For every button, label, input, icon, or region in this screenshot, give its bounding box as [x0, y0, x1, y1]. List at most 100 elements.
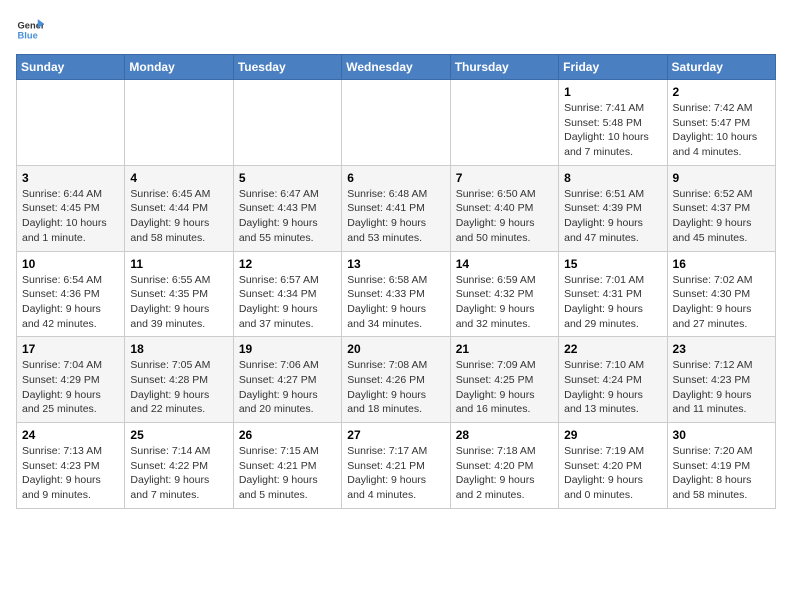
calendar-day-cell: 1 Sunrise: 7:41 AM Sunset: 5:48 PM Daylig… — [559, 80, 667, 166]
calendar-day-cell: 25 Sunrise: 7:14 AM Sunset: 4:22 PM Dayli… — [125, 423, 233, 509]
calendar-day-cell: 30 Sunrise: 7:20 AM Sunset: 4:19 PM Dayli… — [667, 423, 775, 509]
day-info: Sunrise: 7:12 AM Sunset: 4:23 PM Dayligh… — [673, 358, 770, 417]
day-info: Sunrise: 7:15 AM Sunset: 4:21 PM Dayligh… — [239, 444, 336, 503]
day-info: Sunrise: 6:45 AM Sunset: 4:44 PM Dayligh… — [130, 187, 227, 246]
calendar-day-cell: 3 Sunrise: 6:44 AM Sunset: 4:45 PM Daylig… — [17, 165, 125, 251]
day-info: Sunrise: 6:44 AM Sunset: 4:45 PM Dayligh… — [22, 187, 119, 246]
day-info: Sunrise: 7:01 AM Sunset: 4:31 PM Dayligh… — [564, 273, 661, 332]
calendar-day-cell: 14 Sunrise: 6:59 AM Sunset: 4:32 PM Dayli… — [450, 251, 558, 337]
day-info: Sunrise: 6:55 AM Sunset: 4:35 PM Dayligh… — [130, 273, 227, 332]
logo: General Blue — [16, 16, 44, 44]
day-number: 14 — [456, 257, 553, 271]
day-info: Sunrise: 6:51 AM Sunset: 4:39 PM Dayligh… — [564, 187, 661, 246]
day-number: 21 — [456, 342, 553, 356]
calendar-week-row: 17 Sunrise: 7:04 AM Sunset: 4:29 PM Dayli… — [17, 337, 776, 423]
calendar-day-cell — [17, 80, 125, 166]
day-info: Sunrise: 6:57 AM Sunset: 4:34 PM Dayligh… — [239, 273, 336, 332]
day-number: 20 — [347, 342, 444, 356]
day-info: Sunrise: 7:17 AM Sunset: 4:21 PM Dayligh… — [347, 444, 444, 503]
day-info: Sunrise: 7:09 AM Sunset: 4:25 PM Dayligh… — [456, 358, 553, 417]
calendar-day-cell: 24 Sunrise: 7:13 AM Sunset: 4:23 PM Dayli… — [17, 423, 125, 509]
calendar-day-cell: 5Sunrise: 6:47 AM Sunset: 4:43 PM Daylig… — [233, 165, 341, 251]
weekday-header-row: SundayMondayTuesdayWednesdayThursdayFrid… — [17, 55, 776, 80]
day-info: Sunrise: 7:02 AM Sunset: 4:30 PM Dayligh… — [673, 273, 770, 332]
day-number: 12 — [239, 257, 336, 271]
day-number: 8 — [564, 171, 661, 185]
day-info: Sunrise: 7:19 AM Sunset: 4:20 PM Dayligh… — [564, 444, 661, 503]
day-number: 16 — [673, 257, 770, 271]
day-number: 24 — [22, 428, 119, 442]
calendar-day-cell: 20 Sunrise: 7:08 AM Sunset: 4:26 PM Dayli… — [342, 337, 450, 423]
calendar-day-cell — [125, 80, 233, 166]
day-number: 26 — [239, 428, 336, 442]
day-number: 22 — [564, 342, 661, 356]
calendar-day-cell: 18Sunrise: 7:05 AM Sunset: 4:28 PM Dayli… — [125, 337, 233, 423]
day-number: 4 — [130, 171, 227, 185]
day-info: Sunrise: 6:54 AM Sunset: 4:36 PM Dayligh… — [22, 273, 119, 332]
calendar-week-row: 3 Sunrise: 6:44 AM Sunset: 4:45 PM Daylig… — [17, 165, 776, 251]
weekday-header-cell: Monday — [125, 55, 233, 80]
day-number: 7 — [456, 171, 553, 185]
day-number: 30 — [673, 428, 770, 442]
calendar-day-cell: 12 Sunrise: 6:57 AM Sunset: 4:34 PM Dayli… — [233, 251, 341, 337]
calendar-day-cell: 28 Sunrise: 7:18 AM Sunset: 4:20 PM Dayli… — [450, 423, 558, 509]
calendar-day-cell: 2Sunrise: 7:42 AM Sunset: 5:47 PM Daylig… — [667, 80, 775, 166]
day-number: 13 — [347, 257, 444, 271]
day-number: 5 — [239, 171, 336, 185]
day-info: Sunrise: 7:18 AM Sunset: 4:20 PM Dayligh… — [456, 444, 553, 503]
day-info: Sunrise: 7:14 AM Sunset: 4:22 PM Dayligh… — [130, 444, 227, 503]
day-info: Sunrise: 6:58 AM Sunset: 4:33 PM Dayligh… — [347, 273, 444, 332]
calendar-day-cell: 23Sunrise: 7:12 AM Sunset: 4:23 PM Dayli… — [667, 337, 775, 423]
weekday-header-cell: Friday — [559, 55, 667, 80]
day-info: Sunrise: 6:52 AM Sunset: 4:37 PM Dayligh… — [673, 187, 770, 246]
day-info: Sunrise: 7:41 AM Sunset: 5:48 PM Dayligh… — [564, 101, 661, 160]
calendar-day-cell: 8 Sunrise: 6:51 AM Sunset: 4:39 PM Daylig… — [559, 165, 667, 251]
calendar-day-cell: 13 Sunrise: 6:58 AM Sunset: 4:33 PM Dayli… — [342, 251, 450, 337]
day-info: Sunrise: 6:50 AM Sunset: 4:40 PM Dayligh… — [456, 187, 553, 246]
calendar-day-cell: 15 Sunrise: 7:01 AM Sunset: 4:31 PM Dayli… — [559, 251, 667, 337]
weekday-header-cell: Thursday — [450, 55, 558, 80]
day-number: 10 — [22, 257, 119, 271]
day-info: Sunrise: 7:13 AM Sunset: 4:23 PM Dayligh… — [22, 444, 119, 503]
calendar-week-row: 24 Sunrise: 7:13 AM Sunset: 4:23 PM Dayli… — [17, 423, 776, 509]
weekday-header-cell: Tuesday — [233, 55, 341, 80]
day-number: 28 — [456, 428, 553, 442]
day-number: 18 — [130, 342, 227, 356]
day-number: 9 — [673, 171, 770, 185]
calendar-week-row: 10 Sunrise: 6:54 AM Sunset: 4:36 PM Dayli… — [17, 251, 776, 337]
day-number: 3 — [22, 171, 119, 185]
calendar-day-cell: 4 Sunrise: 6:45 AM Sunset: 4:44 PM Daylig… — [125, 165, 233, 251]
day-number: 15 — [564, 257, 661, 271]
calendar-day-cell — [233, 80, 341, 166]
calendar-day-cell: 16 Sunrise: 7:02 AM Sunset: 4:30 PM Dayli… — [667, 251, 775, 337]
calendar-table: SundayMondayTuesdayWednesdayThursdayFrid… — [16, 54, 776, 509]
calendar-body: 1 Sunrise: 7:41 AM Sunset: 5:48 PM Daylig… — [17, 80, 776, 509]
calendar-day-cell: 26 Sunrise: 7:15 AM Sunset: 4:21 PM Dayli… — [233, 423, 341, 509]
day-number: 19 — [239, 342, 336, 356]
day-info: Sunrise: 7:04 AM Sunset: 4:29 PM Dayligh… — [22, 358, 119, 417]
calendar-week-row: 1 Sunrise: 7:41 AM Sunset: 5:48 PM Daylig… — [17, 80, 776, 166]
day-info: Sunrise: 7:20 AM Sunset: 4:19 PM Dayligh… — [673, 444, 770, 503]
day-info: Sunrise: 7:42 AM Sunset: 5:47 PM Dayligh… — [673, 101, 770, 160]
day-info: Sunrise: 6:48 AM Sunset: 4:41 PM Dayligh… — [347, 187, 444, 246]
calendar-day-cell — [342, 80, 450, 166]
calendar-day-cell: 7 Sunrise: 6:50 AM Sunset: 4:40 PM Daylig… — [450, 165, 558, 251]
day-number: 17 — [22, 342, 119, 356]
day-number: 29 — [564, 428, 661, 442]
day-number: 25 — [130, 428, 227, 442]
logo-icon: General Blue — [16, 16, 44, 44]
day-info: Sunrise: 6:59 AM Sunset: 4:32 PM Dayligh… — [456, 273, 553, 332]
svg-text:Blue: Blue — [18, 31, 38, 41]
calendar-day-cell — [450, 80, 558, 166]
day-info: Sunrise: 7:10 AM Sunset: 4:24 PM Dayligh… — [564, 358, 661, 417]
calendar-day-cell: 6 Sunrise: 6:48 AM Sunset: 4:41 PM Daylig… — [342, 165, 450, 251]
day-number: 27 — [347, 428, 444, 442]
calendar-day-cell: 29 Sunrise: 7:19 AM Sunset: 4:20 PM Dayli… — [559, 423, 667, 509]
page-header: General Blue — [16, 16, 776, 44]
day-number: 6 — [347, 171, 444, 185]
day-number: 1 — [564, 85, 661, 99]
day-number: 11 — [130, 257, 227, 271]
weekday-header-cell: Wednesday — [342, 55, 450, 80]
day-info: Sunrise: 7:08 AM Sunset: 4:26 PM Dayligh… — [347, 358, 444, 417]
calendar-day-cell: 19Sunrise: 7:06 AM Sunset: 4:27 PM Dayli… — [233, 337, 341, 423]
